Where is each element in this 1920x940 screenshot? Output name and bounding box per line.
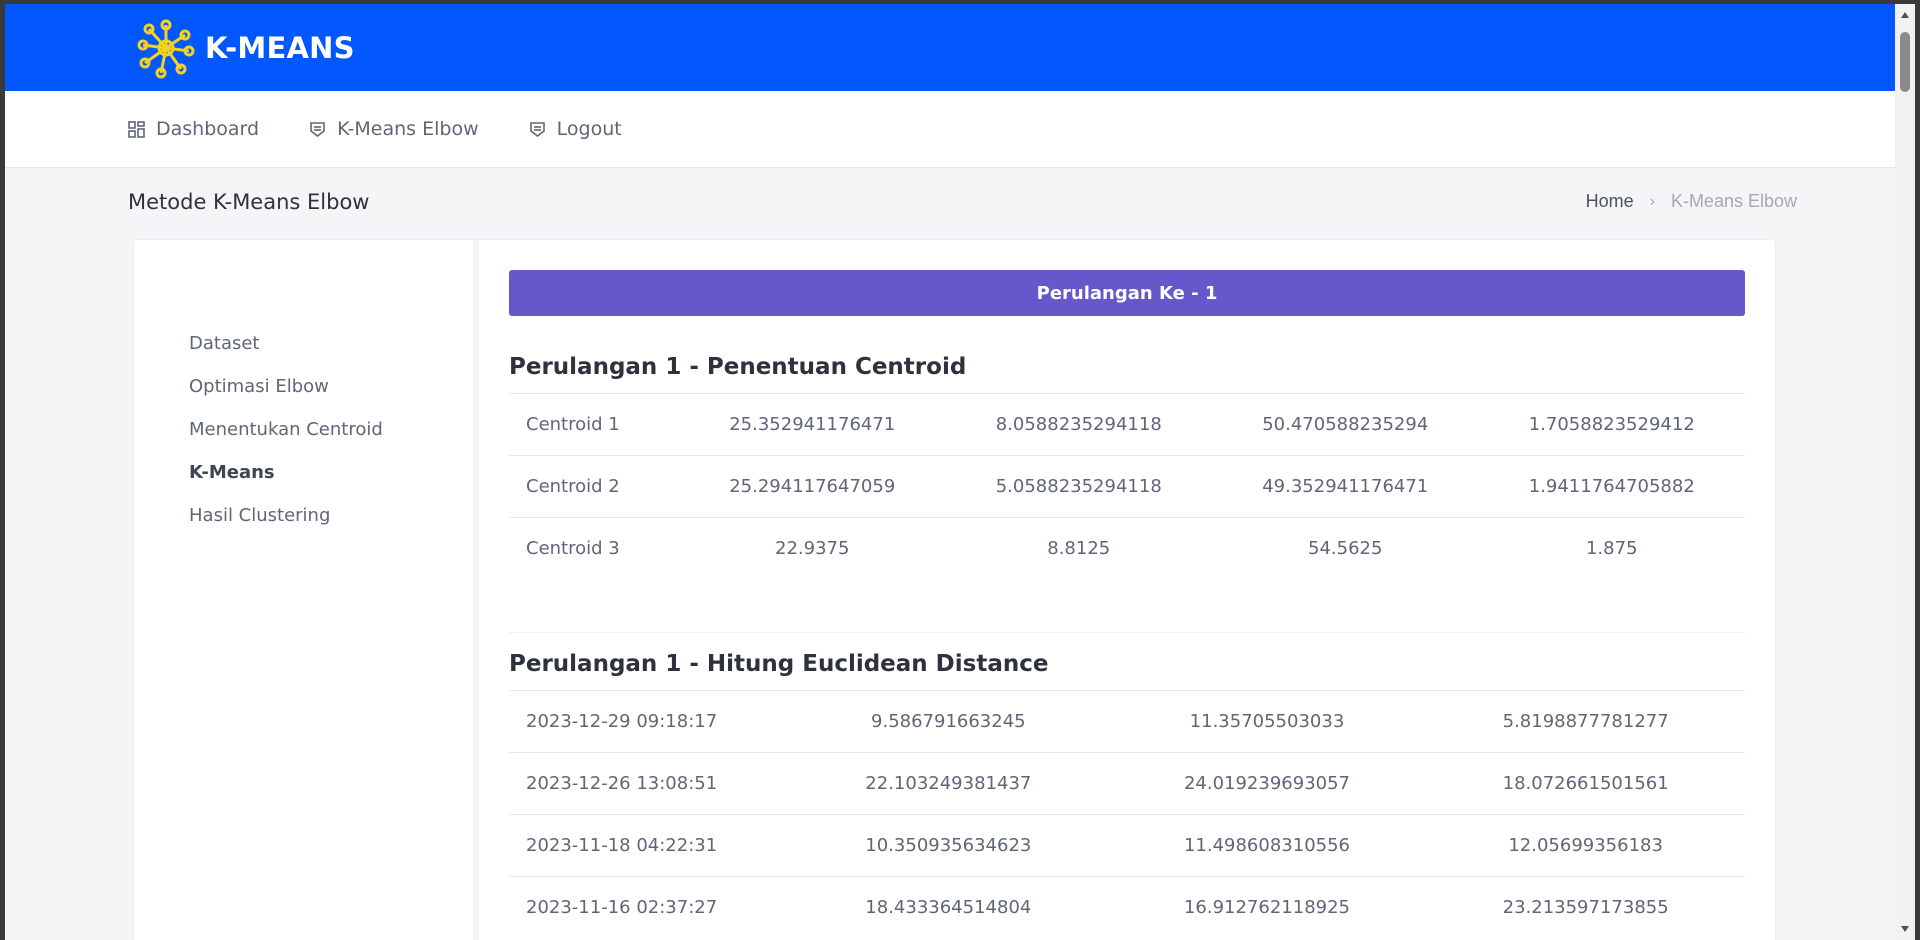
scroll-thumb[interactable] [1900,32,1910,92]
page-title: Metode K-Means Elbow [128,189,370,214]
table-row: 2023-11-18 04:22:31 10.350935634623 11.4… [509,813,1745,876]
main-nav: Dashboard K-Means Elbow Logout [5,91,1915,168]
centroid-label: Centroid 1 [509,393,679,456]
nav-kmeans-elbow-label: K-Means Elbow [337,118,479,140]
chevron-right-icon: › [1649,192,1655,210]
table-cell: 9.586791663245 [789,689,1108,752]
sidebar-item-hasil-clustering[interactable]: Hasil Clustering [189,494,473,537]
table-cell: 8.0588235294118 [945,393,1212,456]
nav-logout-label: Logout [556,118,622,140]
iteration-banner: Perulangan Ke - 1 [509,270,1745,316]
table-cell: 5.0588235294118 [945,455,1212,518]
table-cell: 22.9375 [679,517,946,580]
table-cell: 1.9411764705882 [1478,455,1745,518]
page-header: Metode K-Means Elbow Home › K-Means Elbo… [5,168,1915,235]
scroll-down-arrow-icon[interactable] [1901,926,1909,932]
table-row: 2023-12-29 09:18:17 9.586791663245 11.35… [509,689,1745,752]
table-cell: 11.498608310556 [1107,813,1427,876]
table-row: 2023-12-26 13:08:51 22.103249381437 24.0… [509,751,1745,814]
main-content: Perulangan Ke - 1 Perulangan 1 - Penentu… [479,240,1775,940]
nav-dashboard-label: Dashboard [156,118,260,140]
table-cell: 22.103249381437 [789,751,1108,814]
table-cell: 25.294117647059 [679,455,946,518]
table-cell: 10.350935634623 [789,813,1108,876]
content-card: Dataset Optimasi Elbow Menentukan Centro… [133,239,1776,940]
table-cell: 23.213597173855 [1426,875,1745,938]
nav-dashboard[interactable]: Dashboard [128,118,259,140]
table-cell: 50.470588235294 [1212,393,1479,456]
table-row: Centroid 3 22.9375 8.8125 54.5625 1.875 [509,517,1745,580]
table-cell: 54.5625 [1212,517,1479,580]
centroid-section-title: Perulangan 1 - Penentuan Centroid [509,354,967,380]
sidebar-item-optimasi-elbow[interactable]: Optimasi Elbow [189,365,473,408]
network-logo-icon [137,19,195,78]
shield-icon [529,121,545,137]
timestamp-cell: 2023-12-26 13:08:51 [509,751,789,814]
grid-icon [128,120,145,138]
distance-section-title: Perulangan 1 - Hitung Euclidean Distance [509,650,1049,677]
table-cell: 24.019239693057 [1107,751,1427,814]
table-row: Centroid 2 25.294117647059 5.05882352941… [509,455,1745,518]
table-cell: 18.072661501561 [1426,751,1745,814]
centroid-table: Centroid 1 25.352941176471 8.05882352941… [509,393,1745,580]
table-cell: 49.352941176471 [1212,455,1479,518]
scroll-up-arrow-icon[interactable] [1901,12,1909,18]
table-cell: 1.875 [1478,517,1745,580]
centroid-label: Centroid 2 [509,455,679,518]
nav-logout[interactable]: Logout [529,118,622,140]
top-header: K-MEANS [5,4,1915,91]
sidebar-item-menentukan-centroid[interactable]: Menentukan Centroid [189,408,473,451]
sidebar: Dataset Optimasi Elbow Menentukan Centro… [134,240,479,940]
table-row: 2023-11-16 02:37:27 18.433364514804 16.9… [509,875,1745,938]
breadcrumb-current: K-Means Elbow [1670,191,1797,211]
timestamp-cell: 2023-11-16 02:37:27 [509,875,789,938]
timestamp-cell: 2023-12-29 09:18:17 [509,689,789,752]
sidebar-item-kmeans[interactable]: K-Means [189,451,473,494]
brand-name: K-MEANS [205,30,355,65]
breadcrumb: Home › K-Means Elbow [1586,191,1797,212]
brand-logo[interactable]: K-MEANS [137,17,355,79]
table-cell: 5.8198877781277 [1426,689,1745,752]
section-divider [509,631,1745,633]
distance-table: 2023-12-29 09:18:17 9.586791663245 11.35… [509,689,1745,938]
breadcrumb-home[interactable]: Home [1586,191,1634,212]
shield-icon [310,121,325,137]
table-cell: 16.912762118925 [1107,875,1427,938]
timestamp-cell: 2023-11-18 04:22:31 [509,813,789,876]
nav-kmeans-elbow[interactable]: K-Means Elbow [309,118,479,140]
centroid-label: Centroid 3 [509,517,679,580]
table-cell: 12.05699356183 [1426,813,1745,876]
table-cell: 8.8125 [945,517,1212,580]
page-scrollbar[interactable] [1895,4,1915,940]
sidebar-item-dataset[interactable]: Dataset [189,322,473,365]
table-cell: 11.35705503033 [1107,689,1427,752]
table-cell: 1.7058823529412 [1478,393,1745,456]
table-row: Centroid 1 25.352941176471 8.05882352941… [509,393,1745,456]
table-cell: 18.433364514804 [789,875,1108,938]
table-cell: 25.352941176471 [679,393,946,456]
